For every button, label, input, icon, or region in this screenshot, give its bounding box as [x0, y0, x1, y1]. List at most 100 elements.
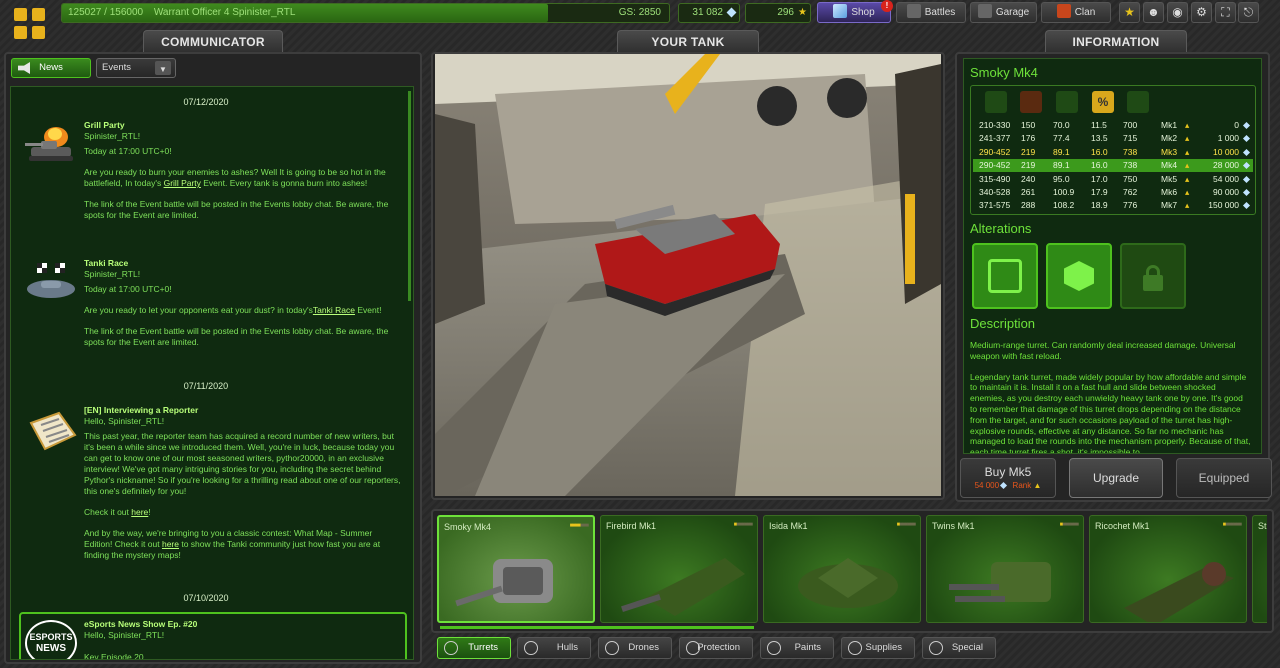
hulls-icon	[524, 641, 538, 655]
newspaper-icon	[29, 411, 77, 451]
stats-row-mk3: 290-452 219 89.1 16.0 738 Mk3 ▴ 10 000	[973, 146, 1253, 159]
garage-button[interactable]: Garage	[970, 2, 1037, 23]
achievements-button[interactable]: ★	[1119, 2, 1140, 23]
garage-item-card[interactable]: Smoky Mk4 ■■■■■■■	[437, 515, 595, 623]
stats-row-mk4: 290-452 219 89.1 16.0 738 Mk4 ▴ 28 000	[973, 159, 1253, 173]
items-scrollbar[interactable]	[440, 626, 754, 629]
stat-value: 371-575	[979, 200, 1011, 211]
communicator-header: COMMUNICATOR	[143, 30, 283, 52]
settings-button[interactable]: ⚙	[1191, 2, 1212, 23]
shop-button[interactable]: Shop !	[817, 0, 893, 23]
garage-item-card[interactable]: Isida Mk1 ■■■■■■■	[763, 515, 921, 623]
category-tab-special[interactable]: Special	[922, 637, 996, 659]
category-label: Special	[951, 642, 983, 653]
news-feed[interactable]: 07/12/2020 Grill Party Spinister_RTL! To…	[10, 86, 414, 660]
garage-item-card[interactable]: Firebird Mk1 ■■■■■■■	[600, 515, 758, 623]
fullscreen-button[interactable]: ⛶	[1215, 2, 1236, 23]
item-preview	[1124, 562, 1234, 622]
category-label: Hulls	[556, 642, 578, 653]
post-link[interactable]: here	[131, 507, 148, 517]
tank-3d-view[interactable]	[435, 54, 941, 496]
category-tab-turrets[interactable]: Turrets	[437, 637, 511, 659]
garage-item-card[interactable]: Ricochet Mk1 ■■■■■■■	[1089, 515, 1247, 623]
category-tab-protection[interactable]: Protection	[679, 637, 753, 659]
item-name: Twins Mk1	[932, 521, 975, 531]
modification-label: Mk2	[1161, 133, 1178, 144]
alteration-slot-1[interactable]	[972, 243, 1038, 309]
modification-label: Mk4	[1161, 160, 1178, 171]
wrench-icon	[977, 4, 992, 18]
category-tab-hulls[interactable]: Hulls	[517, 637, 591, 659]
damage-icon	[985, 91, 1007, 113]
friends-button[interactable]: ☻	[1143, 2, 1164, 23]
alteration-slot-locked[interactable]	[1120, 243, 1186, 309]
buy-label: Buy Mk5	[984, 465, 1032, 479]
events-dropdown[interactable]: Events ▼	[96, 58, 176, 78]
garage-item-card[interactable]: Twins Mk1 ■■■■■■■	[926, 515, 1084, 623]
shop-label: Shop	[851, 7, 875, 18]
stat-value: 95.0	[1053, 173, 1070, 184]
post-greeting: Spinister_RTL!	[84, 131, 141, 141]
crystal-icon	[1242, 121, 1251, 130]
stars-counter: 296 ★	[745, 3, 811, 23]
stat-value: 108.2	[1053, 200, 1075, 211]
rank-insignia-icon: ▴	[1185, 160, 1190, 171]
feed-scrollbar[interactable]	[408, 91, 411, 301]
stat-value: 738	[1123, 160, 1138, 171]
exit-button[interactable]: ⎋	[1238, 2, 1259, 23]
post-title[interactable]: [EN] Interviewing a Reporter	[84, 405, 198, 415]
esports-post[interactable]: ESPORTS NEWS eSports News Show Ep. #20 H…	[19, 612, 407, 659]
crystals-counter: 31 082	[678, 3, 740, 23]
stats-row-mk5: 315-490 240 95.0 17.0 750 Mk5 ▴ 54 000	[973, 173, 1253, 186]
xp-bar: 125027 / 156000 Warrant Officer 4 Spinis…	[61, 3, 670, 23]
date-header: 07/12/2020	[183, 97, 229, 107]
garage-item-list[interactable]: Smoky Mk4 ■■■■■■■ Firebird Mk1 ■■■■■■■ Isida…	[437, 515, 1267, 629]
stat-value: 750	[1123, 173, 1138, 184]
category-tab-drones[interactable]: Drones	[598, 637, 672, 659]
diamond-icon	[833, 4, 848, 18]
category-tab-paints[interactable]: Paints	[760, 637, 834, 659]
stat-value: 100.9	[1053, 187, 1075, 197]
garage-item-card[interactable]: Stri	[1252, 515, 1267, 623]
item-preview	[455, 559, 553, 607]
missions-button[interactable]: ◉	[1167, 2, 1188, 23]
crystal-icon	[1242, 175, 1251, 183]
news-tab[interactable]: News	[11, 58, 91, 78]
battles-button[interactable]: Battles	[896, 2, 966, 23]
category-label: Paints	[794, 642, 821, 653]
post-link[interactable]: Grill Party	[164, 178, 201, 188]
alteration-slot-2[interactable]	[1046, 243, 1112, 309]
post-text: The link of the Event battle will be pos…	[84, 326, 389, 347]
category-label: Supplies	[865, 642, 902, 653]
clan-button[interactable]: Clan	[1041, 2, 1111, 23]
drones-icon	[605, 641, 619, 655]
special-icon	[929, 641, 943, 655]
upgrade-button[interactable]: Upgrade	[1069, 458, 1163, 498]
post-title[interactable]: eSports News Show Ep. #20	[84, 619, 197, 629]
buy-mk5-button[interactable]: Buy Mk5 54 000 Rank ▲	[960, 458, 1056, 498]
information-header: INFORMATION	[1045, 30, 1187, 52]
upgrade-price: 1 000	[1217, 133, 1239, 144]
category-tab-supplies[interactable]: Supplies	[841, 637, 915, 659]
item-name: Firebird Mk1	[606, 521, 657, 531]
post-title[interactable]: Grill Party	[84, 120, 125, 130]
item-name: Ricochet Mk1	[1095, 521, 1150, 531]
post-link[interactable]: Tanki Race	[313, 305, 355, 315]
item-info: Smoky Mk4 % 210-330 150 70.0 11.5 700 Mk1 ▴ 0 24…	[963, 58, 1262, 454]
stat-value: 18.9	[1091, 200, 1108, 211]
critical-chance-icon: %	[1092, 91, 1114, 113]
turrets-icon	[444, 641, 458, 655]
news-post: eSports News Show Ep. #20 Hello, Spinist…	[84, 619, 399, 659]
date-header: 07/11/2020	[183, 381, 229, 391]
date-header: 07/10/2020	[183, 593, 229, 603]
crystal-icon	[1242, 162, 1251, 170]
post-link[interactable]: here	[162, 539, 179, 549]
equipped-button[interactable]: Equipped	[1176, 458, 1272, 498]
post-greeting: Hello, Spinister_RTL!	[84, 630, 165, 640]
post-greeting: Spinister_RTL!	[84, 269, 141, 279]
stat-value: 16.0	[1091, 146, 1108, 157]
stat-value: 700	[1123, 120, 1138, 130]
post-title[interactable]: Tanki Race	[84, 258, 128, 268]
post-text: This past year, the reporter team has ac…	[84, 431, 401, 496]
stat-value: 210-330	[979, 120, 1011, 130]
